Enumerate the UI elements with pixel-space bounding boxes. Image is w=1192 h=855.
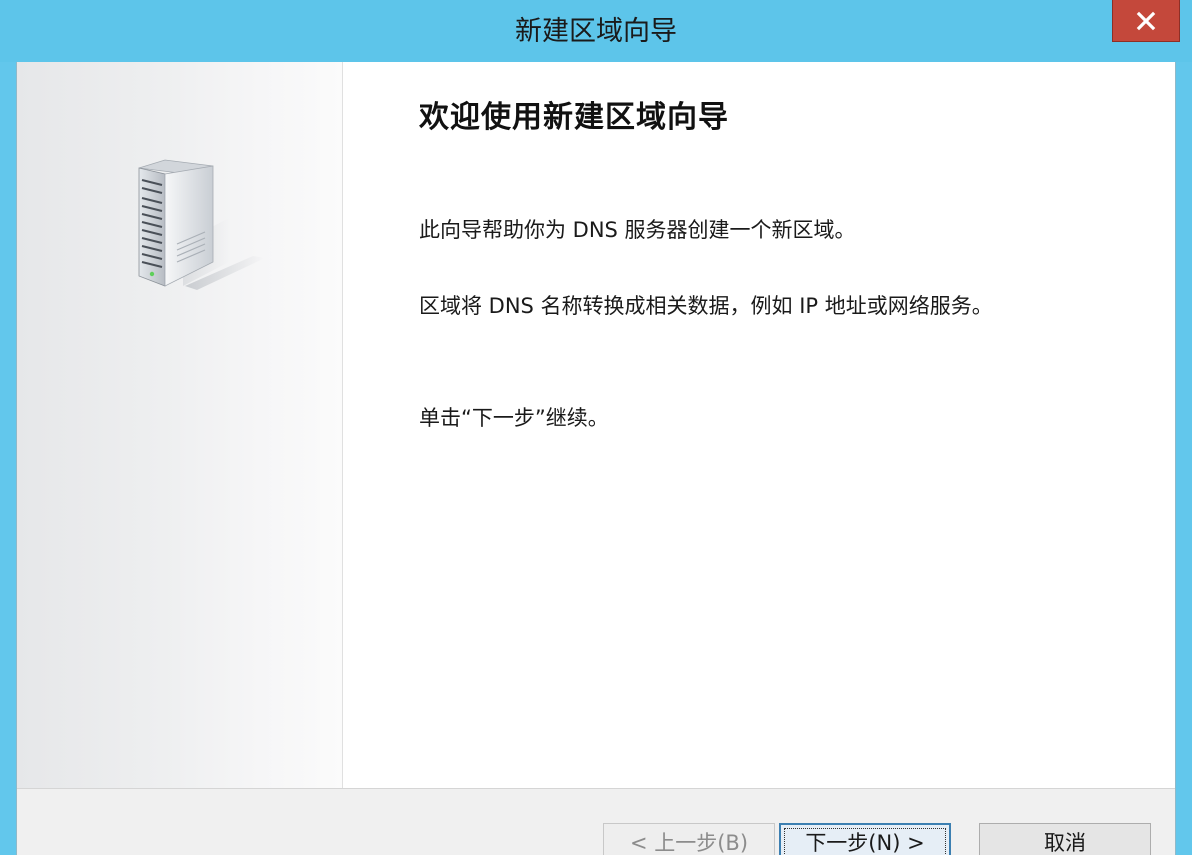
- description-text: 此向导帮助你为 DNS 服务器创建一个新区域。: [419, 218, 856, 242]
- server-icon: [138, 159, 265, 290]
- back-button[interactable]: < 上一步(B): [603, 823, 775, 855]
- window-title: 新建区域向导: [515, 16, 677, 47]
- title-bar[interactable]: 新建区域向导: [0, 0, 1192, 62]
- close-button[interactable]: [1112, 0, 1180, 42]
- page-title: 欢迎使用新建区域向导: [419, 100, 729, 135]
- wizard-body: 欢迎使用新建区域向导 此向导帮助你为 DNS 服务器创建一个新区域。 区域将 D…: [16, 62, 1176, 855]
- cancel-button[interactable]: 取消: [979, 823, 1151, 855]
- close-icon: [1136, 11, 1156, 30]
- wizard-content: 欢迎使用新建区域向导 此向导帮助你为 DNS 服务器创建一个新区域。 区域将 D…: [343, 62, 1175, 788]
- wizard-window: 新建区域向导 欢迎使用新建区域向导 此向导帮助你为 DNS 服务器创建一个新区域…: [0, 0, 1192, 855]
- button-bar: < 上一步(B) 下一步(N) > 取消: [17, 788, 1175, 855]
- description-text-2: 区域将 DNS 名称转换成相关数据，例如 IP 地址或网络服务。: [419, 294, 993, 318]
- instruction-text: 单击“下一步”继续。: [419, 406, 609, 430]
- focus-rectangle: [784, 828, 946, 855]
- next-button[interactable]: 下一步(N) >: [779, 823, 951, 855]
- wizard-side-panel: [17, 62, 343, 788]
